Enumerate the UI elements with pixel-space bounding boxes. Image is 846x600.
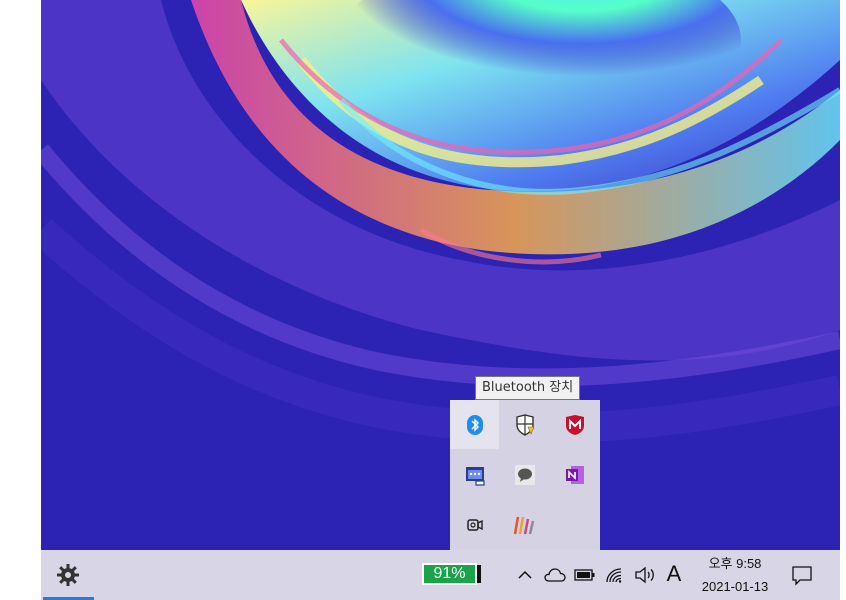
tray-windows-security-button[interactable] <box>500 400 549 449</box>
tray-chat-window-button[interactable] <box>450 450 499 499</box>
speech-bubble-icon <box>514 464 535 485</box>
tray-striped-app-button[interactable] <box>500 500 549 549</box>
onedrive-button[interactable] <box>543 563 567 587</box>
clock-button[interactable]: 오후 9:58 2021-01-13 <box>691 552 779 598</box>
bluetooth-tooltip: Bluetooth 장치 <box>475 376 581 400</box>
input-method-indicator[interactable]: A <box>663 559 685 589</box>
gear-icon <box>56 564 79 586</box>
battery-widget-edge <box>477 565 481 583</box>
battery-percentage-label: 91% <box>422 563 477 585</box>
windows-security-warning-icon <box>515 413 534 436</box>
wifi-icon <box>606 568 622 583</box>
chevron-up-icon <box>518 570 532 579</box>
volume-button[interactable] <box>633 563 657 587</box>
onenote-icon <box>565 465 584 484</box>
clock-time: 오후 9:58 <box>708 556 762 571</box>
chat-window-icon <box>465 466 485 486</box>
wallpaper-swirl <box>41 0 840 550</box>
battery-percentage-widget[interactable]: 91% <box>422 563 482 585</box>
action-center-button[interactable] <box>789 562 815 588</box>
battery-icon <box>574 569 595 581</box>
tray-bluetooth-button[interactable] <box>450 400 499 449</box>
battery-status-button[interactable] <box>573 563 597 587</box>
tray-speech-bubble-button[interactable] <box>500 450 549 499</box>
left-margin <box>0 0 41 600</box>
mcafee-icon <box>565 414 584 435</box>
network-button[interactable] <box>603 563 627 587</box>
bluetooth-icon <box>466 414 483 435</box>
show-hidden-icons-button[interactable] <box>513 563 537 587</box>
tray-overflow-panel <box>450 400 600 550</box>
settings-button[interactable] <box>41 550 94 600</box>
right-margin <box>840 0 846 600</box>
video-camera-icon <box>466 518 483 531</box>
cloud-icon <box>544 568 566 582</box>
desktop-wallpaper[interactable] <box>41 0 840 550</box>
tray-onenote-button[interactable] <box>550 450 599 499</box>
striped-app-icon <box>513 516 534 534</box>
clock-date: 2021-01-13 <box>701 579 769 594</box>
tray-mcafee-button[interactable] <box>550 400 599 449</box>
taskbar: 91% A 오후 9:58 2021-01-13 <box>41 550 840 600</box>
speaker-icon <box>635 566 654 584</box>
notification-icon <box>792 566 812 586</box>
tray-video-camera-button[interactable] <box>450 500 499 549</box>
